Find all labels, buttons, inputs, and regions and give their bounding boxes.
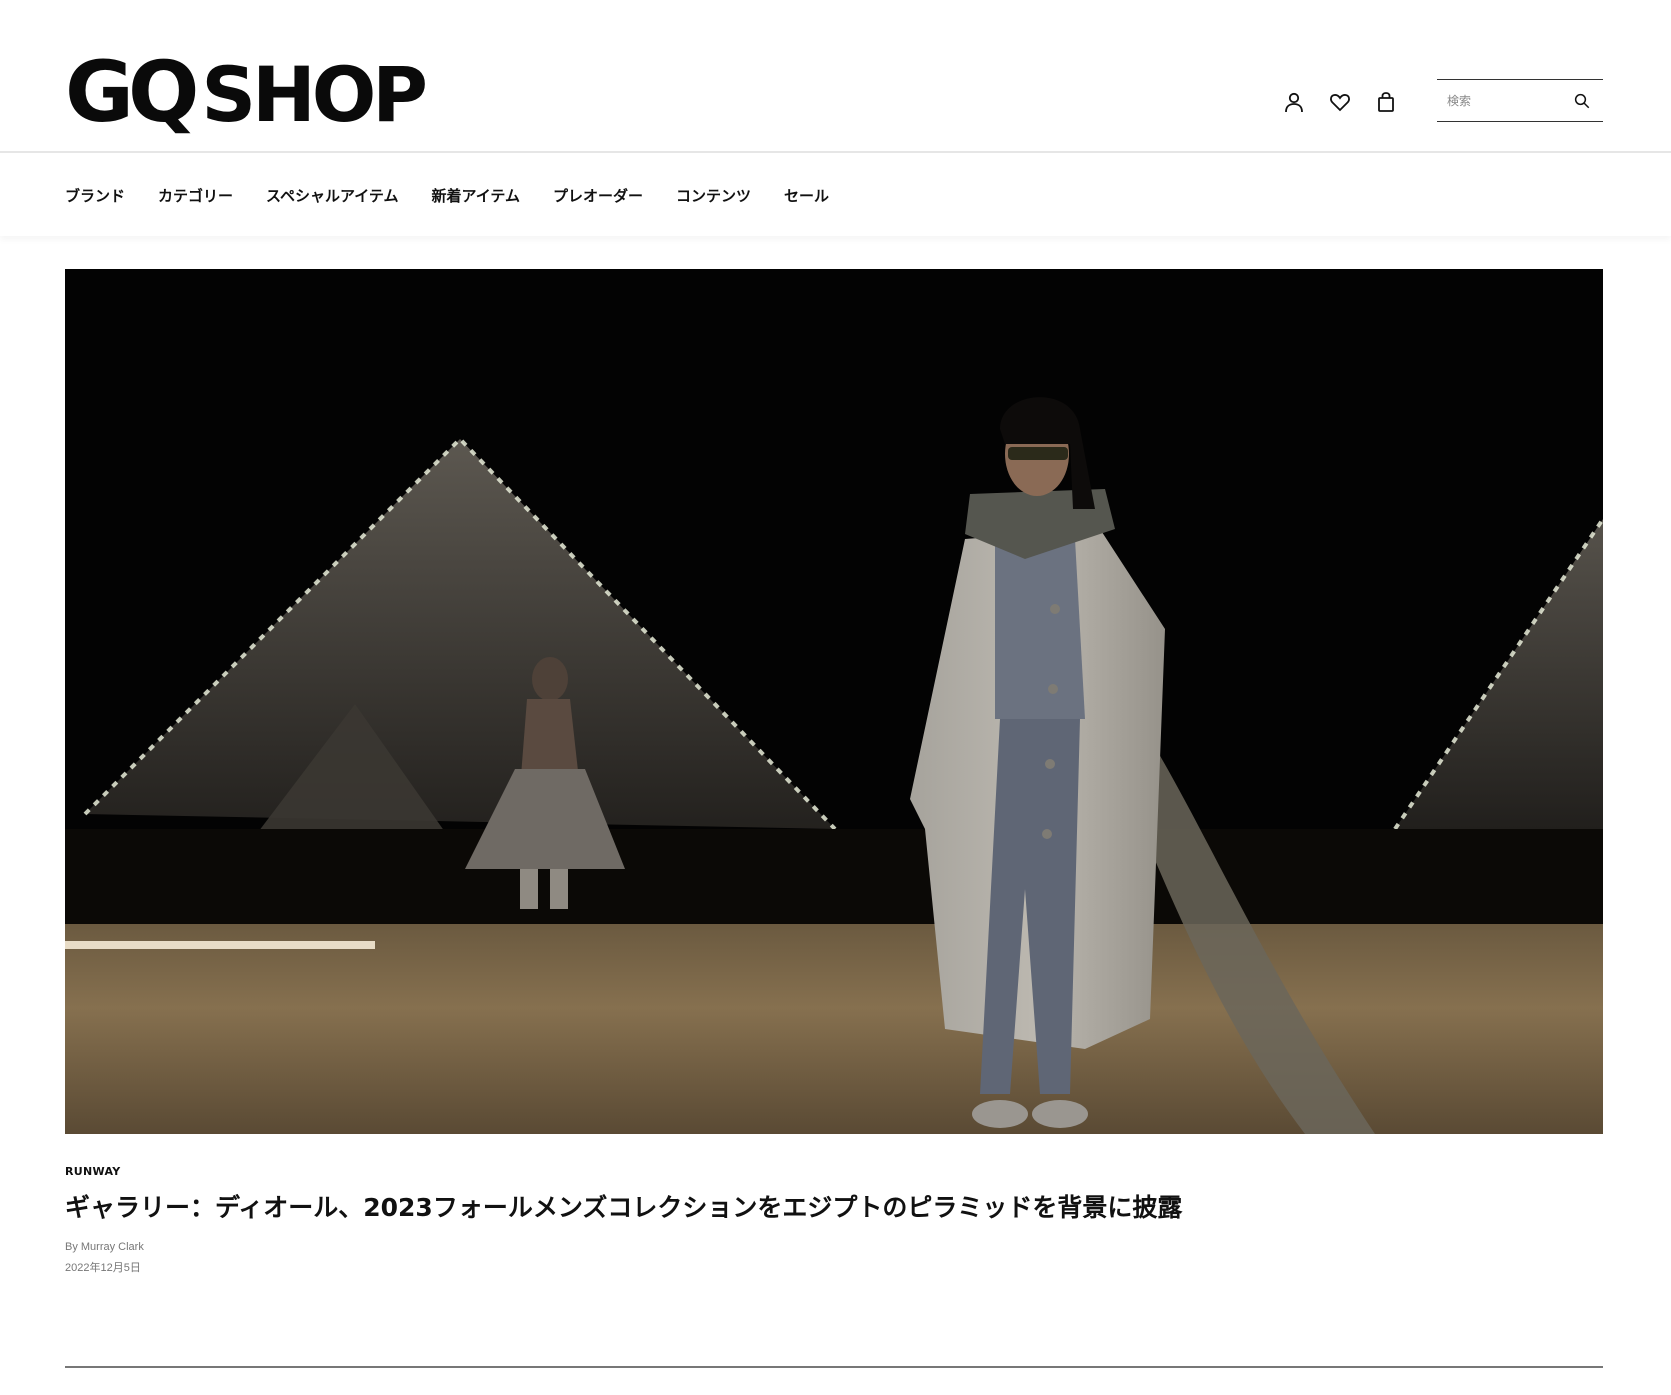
article-kicker[interactable]: RUNWAY [65, 1165, 120, 1178]
nav-item-contents[interactable]: コンテンツ [676, 185, 751, 206]
article-date: 2022年12月5日 [65, 1262, 141, 1274]
hero-image[interactable] [65, 269, 1603, 1134]
site-header: GQ SHOP [0, 0, 1671, 153]
nav-item-new-arrivals[interactable]: 新着アイテム [431, 185, 520, 206]
header-icons [1280, 86, 1400, 118]
logo-shop-text: SHOP [201, 50, 428, 139]
nav-item-special-items[interactable]: スペシャルアイテム [266, 185, 398, 206]
nav-item-brand[interactable]: ブランド [65, 185, 125, 206]
logo-gq-text: GQ [65, 43, 199, 141]
gq-shop-logo[interactable]: GQ SHOP [65, 50, 428, 134]
section-divider [65, 1366, 1603, 1368]
main-nav: ブランド カテゴリー スペシャルアイテム 新着アイテム プレオーダー コンテンツ… [0, 155, 1671, 236]
article-headline[interactable]: ギャラリー：ディオール、2023フォールメンズコレクションをエジプトのピラミッド… [65, 1190, 1603, 1225]
search-box [1437, 79, 1603, 122]
nav-item-preorder[interactable]: プレオーダー [553, 185, 643, 206]
nav-item-category[interactable]: カテゴリー [158, 185, 233, 206]
nav-item-sale[interactable]: セール [784, 185, 829, 206]
search-input[interactable] [1437, 82, 1567, 119]
shopping-bag-icon[interactable] [1372, 88, 1400, 116]
user-icon[interactable] [1280, 88, 1308, 116]
article-byline: By Murray Clark [65, 1241, 144, 1253]
search-icon[interactable] [1567, 83, 1597, 119]
heart-icon[interactable] [1326, 88, 1354, 116]
